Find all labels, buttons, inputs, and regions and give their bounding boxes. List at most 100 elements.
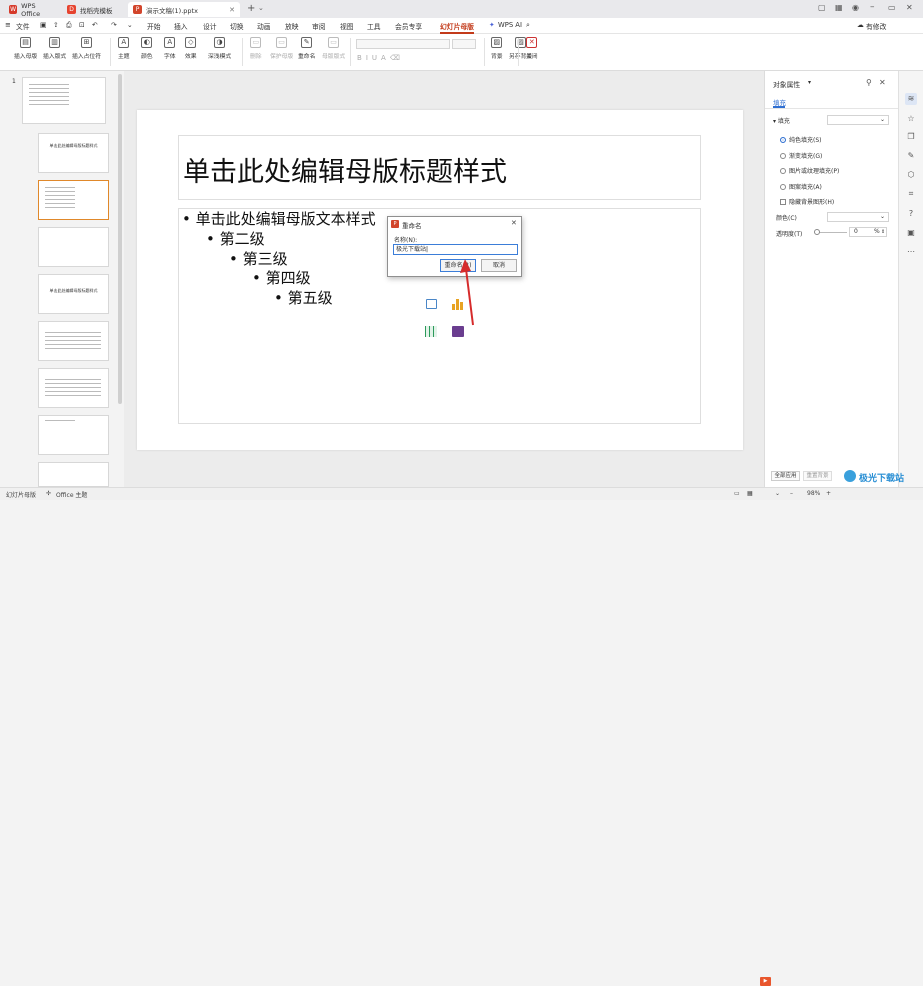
export-icon[interactable]: ⇪ xyxy=(53,21,59,29)
grid-icon[interactable]: ▦ xyxy=(835,3,843,12)
colors-button[interactable]: ◐ 颜色 xyxy=(141,37,153,60)
theme-style-button[interactable]: ◑ 深浅模式 xyxy=(208,37,231,60)
edit-status[interactable]: 有修改 xyxy=(866,21,886,31)
delete-button[interactable]: ▭ 删除 xyxy=(250,37,262,60)
undo-icon[interactable]: ↶ xyxy=(92,21,98,29)
save-icon[interactable]: ▣ xyxy=(40,21,46,29)
slider-handle[interactable] xyxy=(814,229,820,235)
chevron-down-icon[interactable]: ⌄ xyxy=(258,4,264,12)
close-master-button[interactable]: ✕ 关闭 xyxy=(526,37,538,60)
user-avatar-icon[interactable]: ◉ xyxy=(852,3,859,12)
insert-layout-button[interactable]: ▥ 插入版式 xyxy=(43,37,66,60)
insert-master-button[interactable]: ▤ 插入母版 xyxy=(14,37,37,60)
new-tab-icon[interactable]: + xyxy=(247,3,255,14)
edit-icon[interactable]: ✎ xyxy=(905,150,917,162)
theme-button[interactable]: A 主题 xyxy=(118,37,130,60)
menu-slideshow[interactable]: 放映 xyxy=(285,21,299,31)
shape-icon[interactable]: ⬡ xyxy=(905,169,917,181)
redo-icon[interactable]: ↷ xyxy=(111,21,117,29)
apply-all-button[interactable]: 全部应用 xyxy=(771,471,800,481)
transparency-input[interactable]: 0% ⇕ xyxy=(849,227,887,237)
rename-button[interactable]: ✎ 重命名 xyxy=(298,37,315,60)
insert-placeholder-button[interactable]: ⊞ 插入占位符 xyxy=(72,37,101,60)
thumbnail-scrollbar[interactable] xyxy=(118,74,122,404)
effects-button[interactable]: ◇ 效果 xyxy=(185,37,197,60)
section-toggle[interactable]: ▾ 填充 xyxy=(773,116,790,125)
close-panel-icon[interactable]: ✕ xyxy=(879,78,886,87)
menu-home[interactable]: 开始 xyxy=(147,21,161,31)
zoom-in-icon[interactable]: + xyxy=(826,490,831,497)
layout-thumbnail-3[interactable] xyxy=(38,227,109,267)
background-button[interactable]: ▨ 背景 xyxy=(491,37,503,60)
layout-thumbnail-2[interactable] xyxy=(38,180,109,220)
close-tab-icon[interactable]: ✕ xyxy=(229,6,235,14)
font-name-select[interactable] xyxy=(356,39,450,49)
clear-format-icon[interactable]: ⌫ xyxy=(390,54,404,62)
spinner-icon[interactable]: ⇕ xyxy=(881,228,885,236)
menu-slide-master[interactable]: 幻灯片母版 xyxy=(440,21,474,34)
layout-thumbnail-6[interactable] xyxy=(38,368,109,408)
color-select[interactable]: ⌄ xyxy=(827,212,889,222)
zoom-out-icon[interactable]: – xyxy=(790,490,793,497)
menu-transition[interactable]: 切换 xyxy=(230,21,244,31)
normal-view-icon[interactable]: ▭ xyxy=(734,490,740,497)
layout-thumbnail-4[interactable]: 单击此处编辑母版标题样式 xyxy=(38,274,109,314)
font-size-select[interactable] xyxy=(452,39,476,49)
star-icon[interactable]: ☆ xyxy=(905,113,917,125)
chevron-down-icon[interactable]: ⌄ xyxy=(775,490,780,497)
layout-thumbnail-5[interactable] xyxy=(38,321,109,361)
fonts-button[interactable]: A 字体 xyxy=(164,37,176,60)
tab-wps-office[interactable]: W WPS Office xyxy=(4,2,58,18)
menu-view[interactable]: 视图 xyxy=(340,21,354,31)
zoom-level[interactable]: 98% xyxy=(807,490,820,497)
layout-icon[interactable]: ▢ xyxy=(818,3,826,12)
pin-icon[interactable]: ⚲ xyxy=(866,78,872,87)
preserve-master-button[interactable]: ▭ 保护母版 xyxy=(270,37,293,60)
more-tools-icon[interactable]: ⋯ xyxy=(905,246,917,258)
name-input[interactable]: 极光下载站| xyxy=(393,244,518,255)
chevron-down-icon[interactable]: ▾ xyxy=(808,79,811,86)
layout-thumbnail-1[interactable]: 单击此处编辑母版标题样式 xyxy=(38,133,109,173)
copy-icon[interactable]: ❐ xyxy=(905,131,917,143)
search-icon[interactable]: ⌕ xyxy=(526,21,530,30)
menu-insert[interactable]: 插入 xyxy=(174,21,188,31)
tab-presentation[interactable]: P 演示文稿(1).pptx ✕ xyxy=(128,2,240,17)
menu-wps-ai[interactable]: WPS AI xyxy=(498,21,522,29)
dialog-close-icon[interactable]: ✕ xyxy=(511,219,517,227)
reading-icon[interactable]: ▣ xyxy=(905,227,917,239)
menu-member[interactable]: 会员专享 xyxy=(395,21,422,31)
fill-type-select[interactable]: ⌄ xyxy=(827,115,889,125)
play-icon[interactable]: ▶ xyxy=(760,977,771,986)
more-icon[interactable]: ⌄ xyxy=(127,21,133,29)
insert-table-icon[interactable] xyxy=(425,326,437,337)
tab-daoke-templates[interactable]: D 找稻壳模板 xyxy=(62,2,126,17)
layout-thumbnail-7[interactable] xyxy=(38,415,109,455)
picture-fill-option[interactable]: 图片或纹理填充(P) xyxy=(780,166,839,175)
menu-review[interactable]: 审阅 xyxy=(312,21,326,31)
gradient-fill-option[interactable]: 渐变填充(G) xyxy=(780,151,822,160)
menu-design[interactable]: 设计 xyxy=(203,21,217,31)
minimize-icon[interactable]: – xyxy=(870,2,875,12)
master-thumbnail[interactable] xyxy=(22,77,106,124)
status-theme[interactable]: Office 主题 xyxy=(56,490,87,499)
close-window-icon[interactable]: ✕ xyxy=(906,3,913,12)
file-menu[interactable]: 文件 xyxy=(16,21,30,31)
layout-thumbnail-8[interactable] xyxy=(38,462,109,487)
pattern-fill-option[interactable]: 图案填充(A) xyxy=(780,182,822,191)
hide-background-checkbox[interactable]: 隐藏背景图形(H) xyxy=(780,197,834,206)
menu-animation[interactable]: 动画 xyxy=(257,21,271,31)
solid-fill-option[interactable]: 纯色填充(S) xyxy=(780,135,822,144)
menu-tools[interactable]: 工具 xyxy=(367,21,381,31)
preview-icon[interactable]: ⊡ xyxy=(79,21,85,29)
reset-background-button[interactable]: 重置背景 xyxy=(803,471,832,481)
crop-icon[interactable]: ⌗ xyxy=(905,188,917,200)
master-layout-button[interactable]: ▭ 母版版式 xyxy=(322,37,345,60)
print-icon[interactable]: ⎙ xyxy=(66,21,71,30)
help-icon[interactable]: ? xyxy=(905,208,917,220)
bold-icon[interactable]: B xyxy=(357,54,366,62)
maximize-icon[interactable]: ▭ xyxy=(888,3,896,12)
properties-icon[interactable]: ≋ xyxy=(905,93,917,105)
slide-sorter-icon[interactable]: ▦ xyxy=(747,490,753,497)
main-menu-icon[interactable]: ≡ xyxy=(5,21,11,29)
font-color-icon[interactable]: A xyxy=(381,54,390,62)
